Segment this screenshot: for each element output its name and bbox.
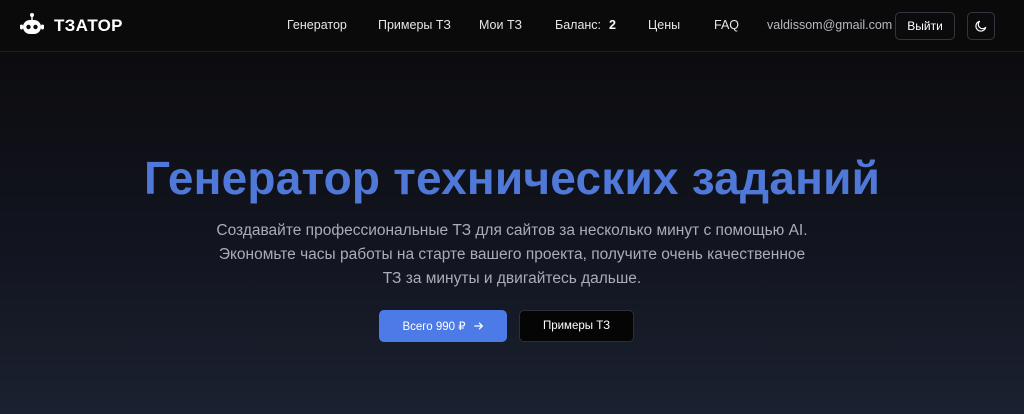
hero-section: Генератор технических заданий Создавайте… — [0, 53, 1024, 414]
user-email: valdissom@gmail.com — [767, 18, 893, 32]
examples-button-label: Примеры ТЗ — [542, 320, 611, 332]
brand-name: ТЗАТОР — [54, 16, 123, 35]
hero-title: Генератор технических заданий — [143, 152, 881, 204]
buy-button[interactable]: Всего 990 ₽ — [379, 310, 507, 342]
balance-value: 2 — [609, 18, 616, 32]
logout-button[interactable]: Выйти — [895, 12, 955, 40]
nav-generator[interactable]: Генератор — [287, 18, 347, 32]
theme-toggle-button[interactable] — [967, 12, 995, 40]
balance-label: Баланс: — [555, 18, 602, 32]
balance-indicator: Баланс: 2 — [555, 18, 616, 32]
site-header: ТЗАТОР Генератор Примеры ТЗ Мои ТЗ Балан… — [0, 0, 1024, 52]
brand-logo[interactable]: ТЗАТОР — [18, 11, 123, 41]
buy-button-label: Всего 990 ₽ — [402, 321, 466, 333]
moon-icon — [975, 20, 987, 32]
arrow-right-icon — [473, 322, 483, 330]
examples-button[interactable]: Примеры ТЗ — [519, 310, 634, 342]
nav-examples[interactable]: Примеры ТЗ — [378, 18, 451, 32]
nav-my-specs[interactable]: Мои ТЗ — [479, 18, 522, 32]
nav-faq[interactable]: FAQ — [714, 18, 739, 32]
hero-subtitle: Создавайте профессиональные ТЗ для сайто… — [216, 222, 808, 287]
nav-pricing[interactable]: Цены — [648, 18, 680, 32]
robot-icon — [20, 13, 44, 34]
